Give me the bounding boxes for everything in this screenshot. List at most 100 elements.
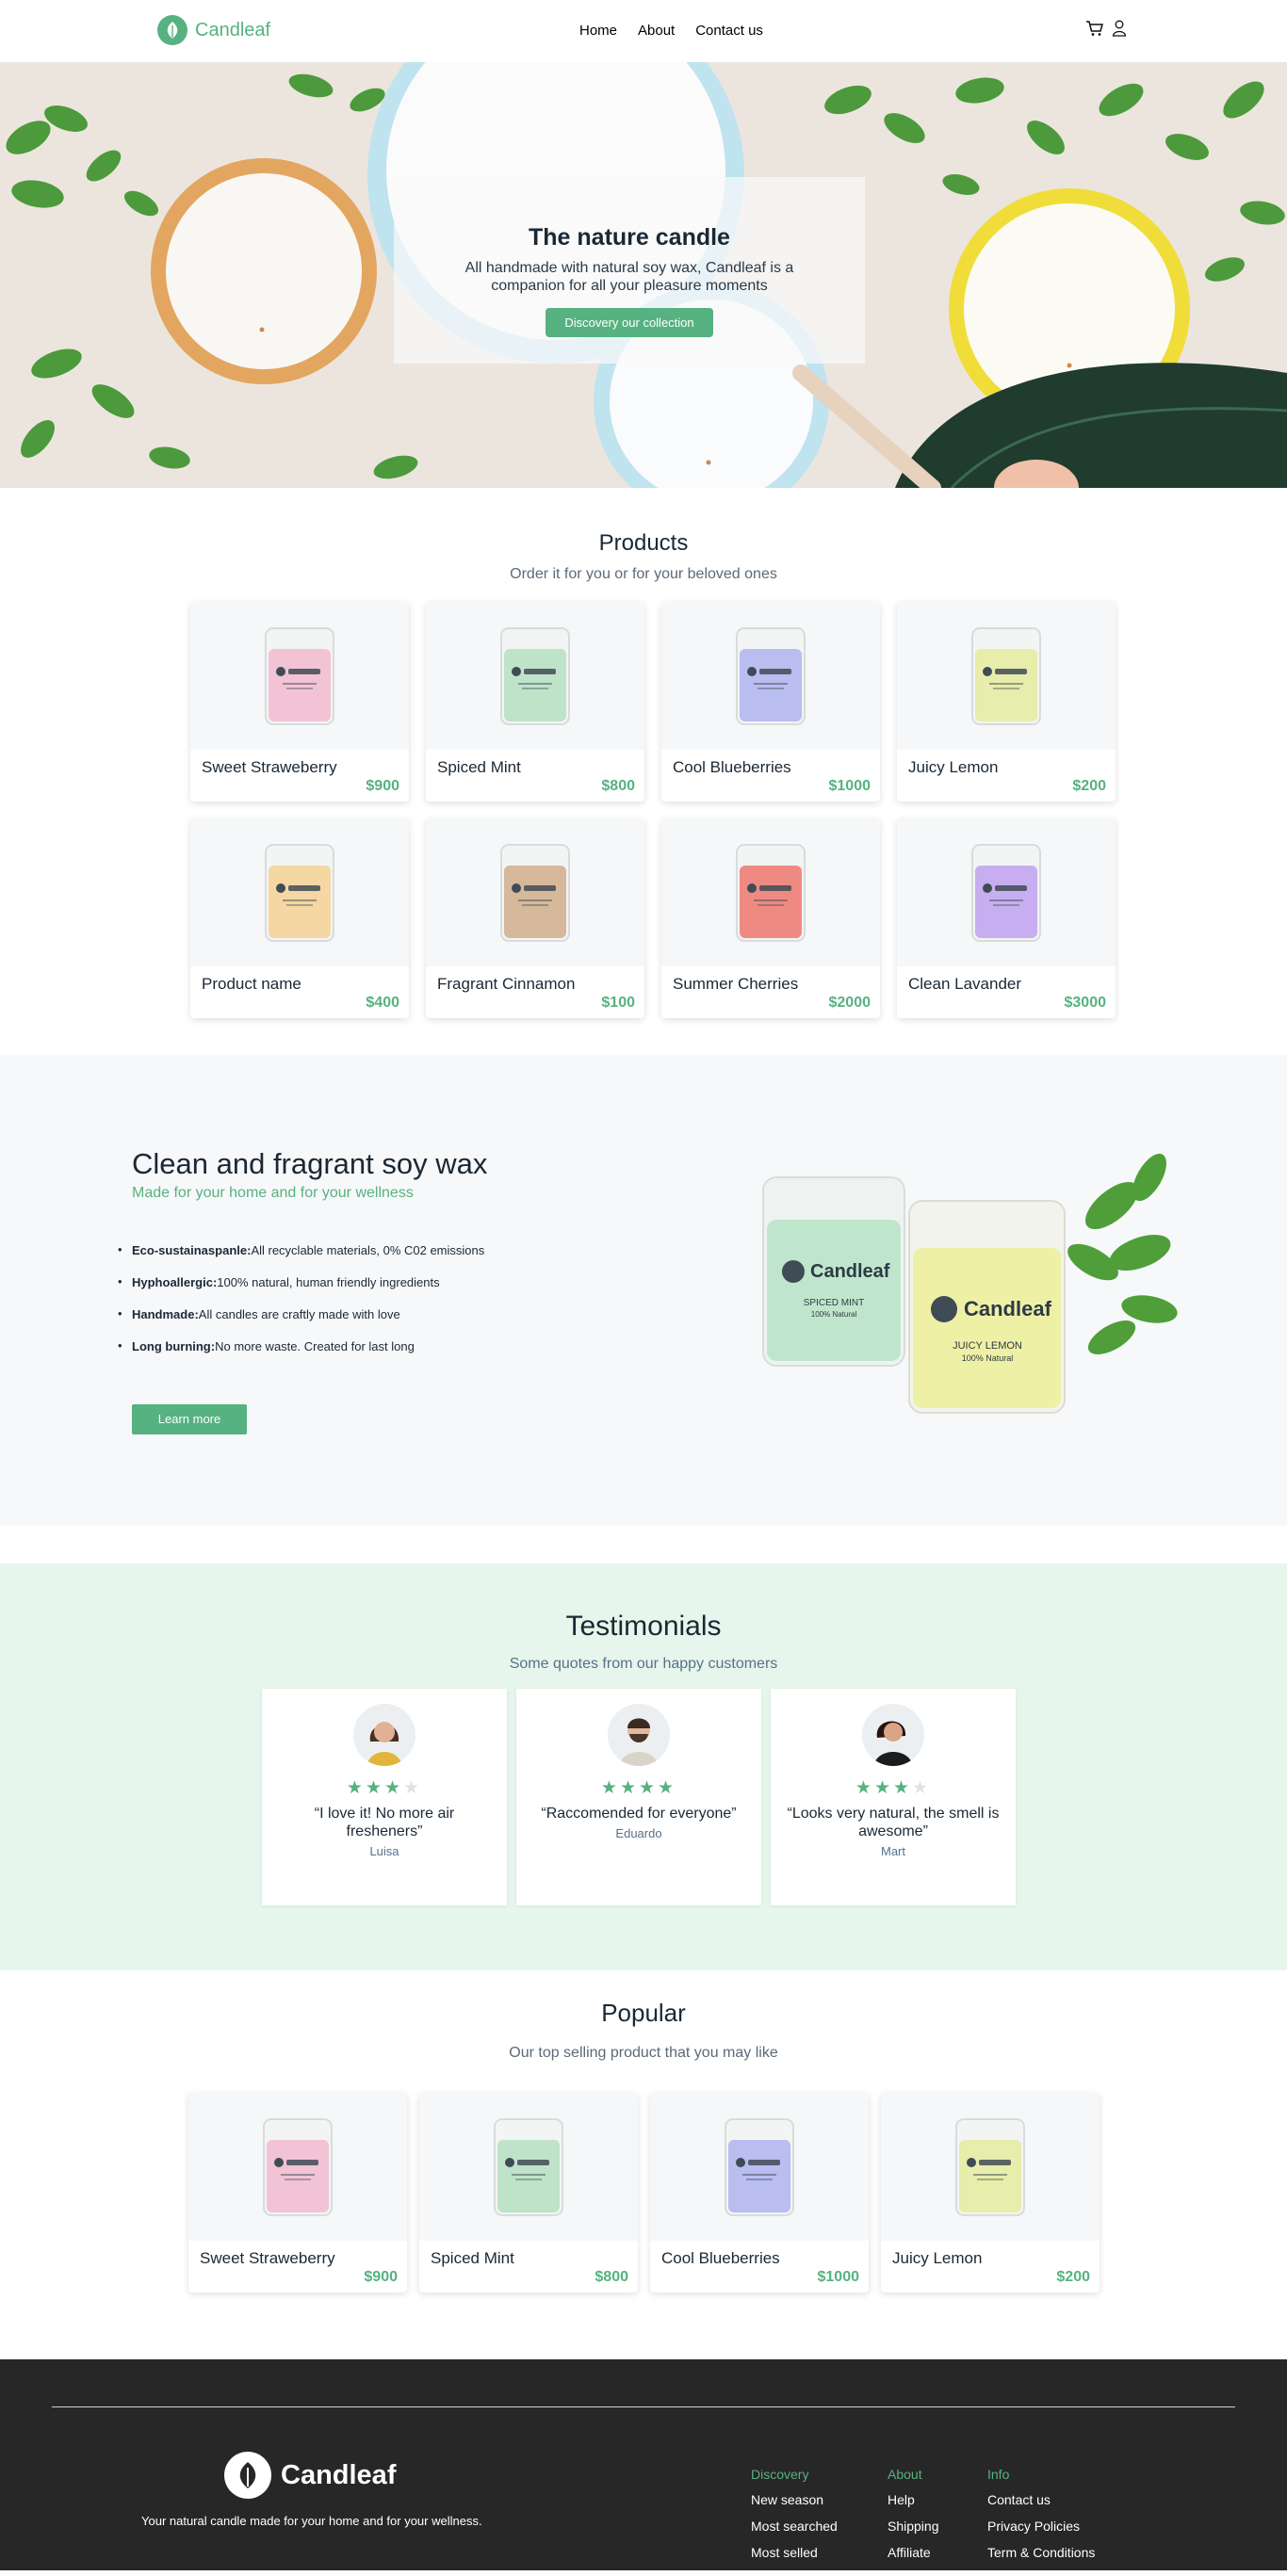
product-card[interactable]: Juicy Lemon $200 <box>881 2093 1100 2292</box>
features-title: Clean and fragrant soy wax <box>132 1147 488 1180</box>
testimonial-quote: “Raccomended for everyone” <box>541 1806 737 1822</box>
feature-item: Handmade:All candles are craftly made wi… <box>118 1306 484 1321</box>
footer-column-about: About Help Shipping Affiliate <box>888 2467 939 2571</box>
user-icon[interactable] <box>1112 20 1127 41</box>
product-image <box>661 602 880 750</box>
footer-link[interactable]: Help <box>888 2492 939 2507</box>
candles-product-image: Candleaf SPICED MINT 100% Natural Candle… <box>762 1153 1178 1414</box>
top-nav: Candleaf Home About Contact us <box>0 0 1287 62</box>
product-image <box>188 2093 407 2241</box>
product-name: Fragrant Cinnamon <box>437 975 576 993</box>
footer-brand[interactable]: Candleaf <box>224 2452 396 2499</box>
product-card[interactable]: Spiced Mint $800 <box>426 602 644 802</box>
product-image <box>897 602 1116 750</box>
nav-icons <box>1085 20 1127 41</box>
product-card[interactable]: Summer Cherries $2000 <box>661 818 880 1018</box>
feature-item: Long burning:No more waste. Created for … <box>118 1338 484 1353</box>
lemon-jar-label: JUICY LEMON <box>953 1340 1022 1352</box>
footer-divider <box>52 2406 1235 2407</box>
footer-link[interactable]: Most searched <box>751 2519 838 2534</box>
testimonial-quote: “Looks very natural, the smell is awesom… <box>787 1806 1000 1839</box>
footer-link[interactable]: Shipping <box>888 2519 939 2534</box>
footer-link[interactable]: Term & Conditions <box>987 2545 1095 2560</box>
product-card[interactable]: Sweet Straweberry $900 <box>188 2093 407 2292</box>
feature-label: Handmade: <box>132 1307 199 1321</box>
hero-card: The nature candle All handmade with natu… <box>394 177 865 364</box>
testimonial-card: ★★★★ “Raccomended for everyone” Eduardo <box>516 1689 761 1905</box>
testimonial-card: ★★★★ “I love it! No more air fresheners”… <box>262 1689 507 1905</box>
menu-contact[interactable]: Contact us <box>695 23 763 39</box>
cart-icon[interactable] <box>1085 20 1104 41</box>
testimonial-card: ★★★★ “Looks very natural, the smell is a… <box>771 1689 1016 1905</box>
product-price: $800 <box>601 778 635 794</box>
learn-more-button[interactable]: Learn more <box>132 1404 247 1434</box>
product-card[interactable]: Juicy Lemon $200 <box>897 602 1116 802</box>
product-image <box>190 818 409 966</box>
mint-jar-brand: Candleaf <box>810 1261 890 1282</box>
hero-subtitle: All handmade with natural soy wax, Candl… <box>464 260 794 294</box>
product-image <box>881 2093 1100 2241</box>
mint-jar-label: SPICED MINT <box>804 1298 864 1308</box>
testimonials-section: Testimonials Some quotes from our happy … <box>0 1563 1287 1970</box>
product-price: $800 <box>595 2269 628 2285</box>
product-name: Summer Cherries <box>673 975 799 993</box>
footer-brand-name: Candleaf <box>281 2459 397 2490</box>
lemon-jar-brand: Candleaf <box>964 1297 1052 1320</box>
features-section: Clean and fragrant soy wax Made for your… <box>0 1055 1287 1526</box>
product-image <box>897 818 1116 966</box>
feature-label: Long burning: <box>132 1339 216 1353</box>
product-price: $1000 <box>828 778 872 794</box>
product-price: $900 <box>366 778 399 794</box>
rating-stars: ★★★★ <box>346 1778 423 1798</box>
footer-link[interactable]: Privacy Policies <box>987 2519 1095 2534</box>
menu-about[interactable]: About <box>638 23 675 39</box>
product-card[interactable]: Cool Blueberries $1000 <box>661 602 880 802</box>
footer-column-title: Discovery <box>751 2467 809 2482</box>
lemon-jar-natural: 100% Natural <box>962 1353 1014 1363</box>
footer-link[interactable]: Affiliate <box>888 2545 939 2560</box>
product-card[interactable]: Cool Blueberries $1000 <box>650 2093 869 2292</box>
hero-banner: The nature candle All handmade with natu… <box>0 62 1287 488</box>
products-title: Products <box>598 530 689 556</box>
product-name: Juicy Lemon <box>908 758 999 776</box>
testimonials-title: Testimonials <box>565 1611 722 1642</box>
footer-column-title: Info <box>987 2467 1010 2482</box>
product-card[interactable]: Product name $400 <box>190 818 409 1018</box>
feature-text: All recyclable materials, 0% C02 emissio… <box>251 1243 485 1257</box>
features-subtitle: Made for your home and for your wellness <box>132 1185 414 1201</box>
testimonial-author: Eduardo <box>615 1826 662 1840</box>
product-image <box>419 2093 638 2241</box>
hero-title: The nature candle <box>529 224 730 251</box>
footer-link[interactable]: Contact us <box>987 2492 1095 2507</box>
footer-tagline: Your natural candle made for your home a… <box>141 2514 482 2528</box>
brand-name: Candleaf <box>195 19 271 41</box>
product-price: $200 <box>1072 778 1106 794</box>
leaf-icon <box>157 15 187 45</box>
avatar <box>608 1704 670 1766</box>
testimonials-subtitle: Some quotes from our happy customers <box>509 1656 778 1672</box>
product-card[interactable]: Fragrant Cinnamon $100 <box>426 818 644 1018</box>
product-image <box>661 818 880 966</box>
mint-jar-natural: 100% Natural <box>811 1310 857 1319</box>
popular-subtitle: Our top selling product that you may lik… <box>509 2045 778 2061</box>
product-card[interactable]: Sweet Straweberry $900 <box>190 602 409 802</box>
avatar <box>353 1704 415 1766</box>
discover-collection-button[interactable]: Discovery our collection <box>546 308 713 337</box>
product-price: $100 <box>601 995 635 1011</box>
popular-grid: Sweet Straweberry $900 Spiced Mint $800 Cool… <box>188 2093 1287 2292</box>
footer-link[interactable]: Most selled <box>751 2545 838 2560</box>
footer: Candleaf Your natural candle made for yo… <box>0 2359 1287 2570</box>
popular-section: Popular Our top selling product that you… <box>0 1970 1287 2359</box>
product-card[interactable]: Spiced Mint $800 <box>419 2093 638 2292</box>
product-price: $2000 <box>828 995 872 1011</box>
product-price: $900 <box>364 2269 398 2285</box>
product-card[interactable]: Clean Lavander $3000 <box>897 818 1116 1018</box>
product-price: $200 <box>1056 2269 1090 2285</box>
product-image <box>650 2093 869 2241</box>
leaf-icon <box>224 2452 271 2499</box>
menu-home[interactable]: Home <box>579 23 617 39</box>
feature-list: Eco-sustainaspanle:All recyclable materi… <box>118 1242 485 1371</box>
product-name: Product name <box>202 975 301 993</box>
brand-logo[interactable]: Candleaf <box>157 15 270 45</box>
footer-link[interactable]: New season <box>751 2492 838 2507</box>
